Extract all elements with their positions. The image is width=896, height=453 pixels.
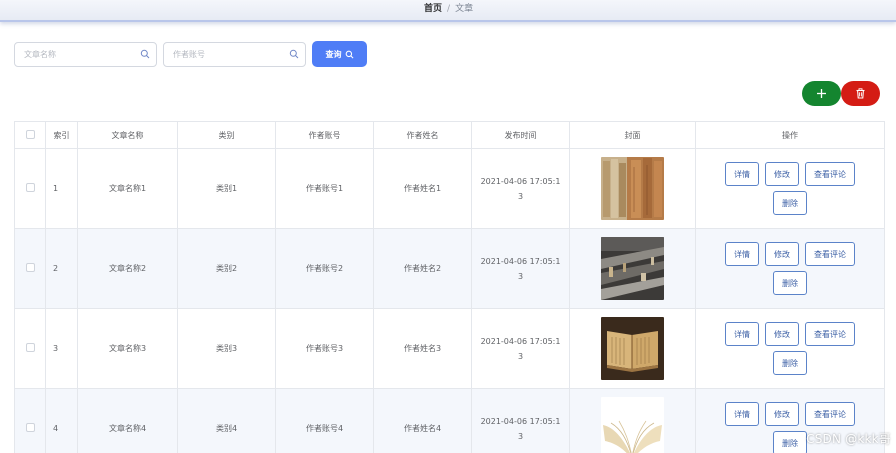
delete-button[interactable]: 删除 xyxy=(773,431,807,453)
row-author: 作者姓名3 xyxy=(373,308,472,389)
column-header: 发布时间 xyxy=(471,121,570,149)
article-title-search-field[interactable] xyxy=(14,42,157,67)
query-button-label: 查询 xyxy=(325,49,342,59)
view-comments-button[interactable]: 查看评论 xyxy=(805,322,855,346)
detail-button[interactable]: 详情 xyxy=(725,162,759,186)
select-all-cell[interactable] xyxy=(14,121,46,149)
view-comments-button[interactable]: 查看评论 xyxy=(805,402,855,426)
detail-button[interactable]: 详情 xyxy=(725,322,759,346)
cover-image xyxy=(601,397,664,453)
batch-delete-button[interactable] xyxy=(841,81,880,106)
row-title: 文章名称3 xyxy=(77,308,178,389)
view-comments-button[interactable]: 查看评论 xyxy=(805,242,855,266)
row-author: 作者姓名2 xyxy=(373,228,472,309)
table-row: 2 文章名称2 类别2 作者账号2 作者姓名2 2021-04-06 17:05… xyxy=(14,228,885,309)
search-icon xyxy=(289,49,299,59)
table-header-row: 索引 文章名称 类别 作者账号 作者姓名 发布时间 封面 操作 xyxy=(14,121,885,149)
row-index: 4 xyxy=(45,388,78,453)
column-header: 作者账号 xyxy=(275,121,374,149)
row-account: 作者账号1 xyxy=(275,148,374,229)
table-row: 3 文章名称3 类别3 作者账号3 作者姓名3 2021-04-06 17:05… xyxy=(14,308,885,389)
row-checkbox[interactable] xyxy=(25,343,35,352)
detail-button[interactable]: 详情 xyxy=(725,242,759,266)
column-header: 作者姓名 xyxy=(373,121,472,149)
article-table: 索引 文章名称 类别 作者账号 作者姓名 发布时间 封面 操作 1 文章名称1 … xyxy=(14,121,885,453)
edit-button[interactable]: 修改 xyxy=(765,402,799,426)
row-publish-time: 2021-04-06 17:05:1 3 xyxy=(471,148,570,229)
row-author: 作者姓名1 xyxy=(373,148,472,229)
row-title: 文章名称4 xyxy=(77,388,178,453)
author-account-input[interactable] xyxy=(164,43,305,66)
add-button[interactable] xyxy=(802,81,841,106)
cover-image xyxy=(601,157,664,220)
select-all-checkbox[interactable] xyxy=(25,129,35,139)
row-account: 作者账号2 xyxy=(275,228,374,309)
row-index: 3 xyxy=(45,308,78,389)
delete-button[interactable]: 删除 xyxy=(773,271,807,295)
breadcrumb-home[interactable]: 首页 xyxy=(424,4,442,14)
row-account: 作者账号4 xyxy=(275,388,374,453)
breadcrumb-current: 文章 xyxy=(455,4,474,14)
search-icon xyxy=(140,49,150,59)
search-icon xyxy=(345,50,353,58)
row-title: 文章名称1 xyxy=(77,148,178,229)
article-title-input[interactable] xyxy=(15,43,156,66)
delete-button[interactable]: 删除 xyxy=(773,351,807,375)
row-index: 2 xyxy=(45,228,78,309)
row-actions: 详情 修改 查看评论 删除 xyxy=(696,322,884,375)
row-account: 作者账号3 xyxy=(275,308,374,389)
cover-image xyxy=(601,237,664,300)
row-actions: 详情 修改 查看评论 删除 xyxy=(696,162,884,215)
row-title: 文章名称2 xyxy=(77,228,178,309)
row-checkbox[interactable] xyxy=(25,263,35,272)
table-row: 1 文章名称1 类别1 作者账号1 作者姓名1 2021-04-06 17:05… xyxy=(14,148,885,229)
row-checkbox[interactable] xyxy=(25,183,35,192)
row-publish-time: 2021-04-06 17:05:1 3 xyxy=(471,308,570,389)
row-publish-time: 2021-04-06 17:05:1 3 xyxy=(471,388,570,453)
table-row: 4 文章名称4 类别4 作者账号4 作者姓名4 2021-04-06 17:05… xyxy=(14,388,885,453)
author-account-search-field[interactable] xyxy=(163,42,306,67)
row-category: 类别2 xyxy=(177,228,276,309)
row-category: 类别4 xyxy=(177,388,276,453)
row-checkbox[interactable] xyxy=(25,423,35,432)
row-author: 作者姓名4 xyxy=(373,388,472,453)
view-comments-button[interactable]: 查看评论 xyxy=(805,162,855,186)
column-header: 类别 xyxy=(177,121,276,149)
row-index: 1 xyxy=(45,148,78,229)
column-header: 索引 xyxy=(45,121,78,149)
delete-button[interactable]: 删除 xyxy=(773,191,807,215)
detail-button[interactable]: 详情 xyxy=(725,402,759,426)
column-header: 文章名称 xyxy=(77,121,178,149)
trash-icon xyxy=(856,88,865,99)
watermark: CSDN @kkk哥 xyxy=(806,432,891,446)
query-button[interactable]: 查询 xyxy=(312,41,367,67)
column-header: 封面 xyxy=(569,121,696,149)
breadcrumb-separator: / xyxy=(447,4,451,14)
column-header: 操作 xyxy=(695,121,885,149)
breadcrumb: 首页 / 文章 xyxy=(424,3,473,15)
cover-image xyxy=(601,317,664,380)
row-actions: 详情 修改 查看评论 删除 xyxy=(696,242,884,295)
plus-icon xyxy=(817,89,826,98)
row-publish-time: 2021-04-06 17:05:1 3 xyxy=(471,228,570,309)
edit-button[interactable]: 修改 xyxy=(765,162,799,186)
edit-button[interactable]: 修改 xyxy=(765,322,799,346)
edit-button[interactable]: 修改 xyxy=(765,242,799,266)
top-bar: 首页 / 文章 xyxy=(0,0,896,22)
row-category: 类别1 xyxy=(177,148,276,229)
row-category: 类别3 xyxy=(177,308,276,389)
